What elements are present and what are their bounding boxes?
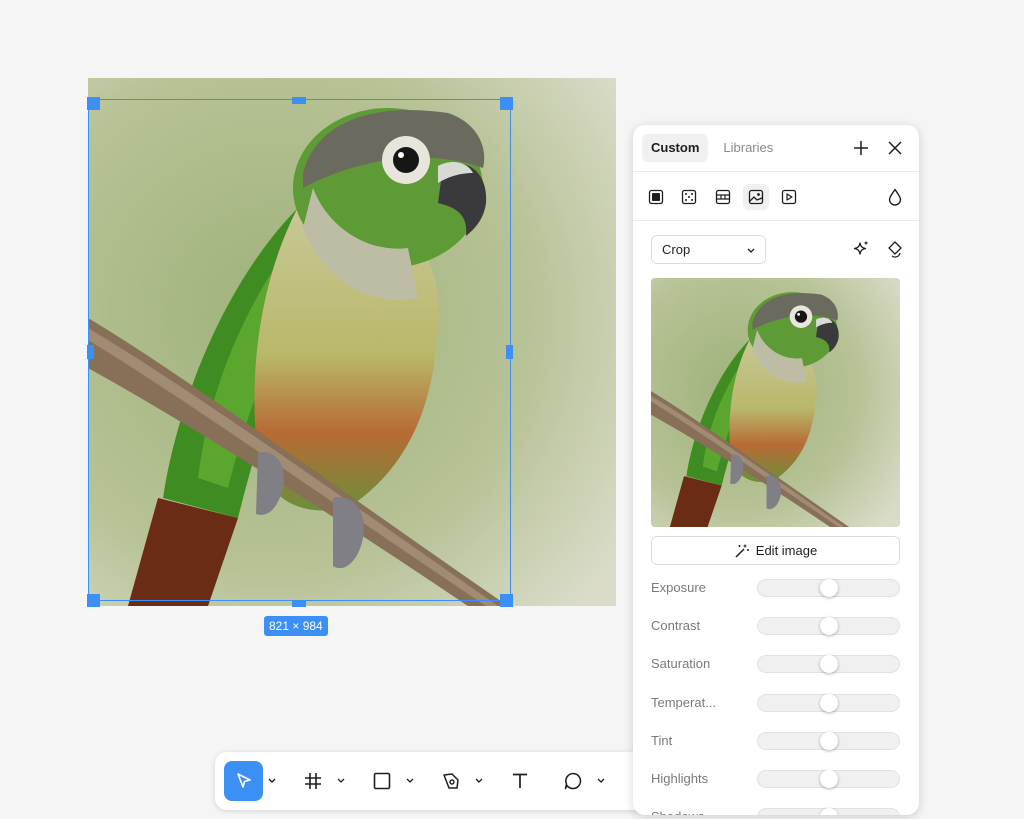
adjustment-label: Saturation (651, 656, 711, 672)
adjustment-row: Temperat... (651, 692, 900, 714)
rectangle-icon (373, 772, 390, 790)
edit-image-button[interactable]: Edit image (651, 536, 900, 565)
pen-nib-icon (442, 773, 459, 789)
adjustment-slider-knob[interactable] (819, 655, 838, 674)
rectangle-tool-menu-caret[interactable] (401, 761, 419, 801)
close-button[interactable] (885, 138, 905, 158)
comment-bubble-icon (564, 772, 581, 790)
pen-tool-button[interactable] (431, 761, 470, 801)
rectangle-tool-button[interactable] (362, 761, 401, 801)
image-thumbnail[interactable] (651, 278, 900, 527)
move-tool-menu-caret[interactable] (263, 761, 281, 801)
adjustment-slider[interactable] (757, 579, 900, 597)
pen-tool-menu-caret[interactable] (470, 761, 488, 801)
adjustment-slider-knob[interactable] (819, 770, 838, 788)
adjustment-slider[interactable] (757, 655, 900, 674)
resize-handle-top-right[interactable] (500, 97, 513, 110)
cursor-arrow-icon (236, 773, 251, 788)
gradient-fill-icon (715, 189, 731, 205)
parrot-thumbnail-image (651, 278, 900, 527)
rotate-image-button[interactable] (885, 239, 905, 259)
frame-hash-icon (304, 773, 321, 789)
adjustment-row: Highlights (651, 768, 900, 790)
fill-type-image[interactable] (743, 184, 769, 210)
fill-type-gradient[interactable] (710, 184, 736, 210)
resize-handle-top-left[interactable] (87, 97, 100, 110)
chevron-down-icon (597, 778, 605, 783)
adjustment-slider[interactable] (757, 808, 900, 815)
opacity-button[interactable] (882, 184, 908, 210)
adjustment-label: Shadows (651, 809, 746, 815)
canvas-image[interactable] (88, 78, 616, 606)
adjustment-slider-knob[interactable] (819, 731, 838, 750)
dimensions-badge: 821 × 984 (264, 616, 328, 636)
adjustment-label: Highlights (651, 771, 709, 786)
magic-wand-icon (735, 544, 749, 558)
magic-sparkle-icon (853, 241, 868, 255)
adjustment-slider-knob[interactable] (819, 617, 838, 636)
text-tool-button[interactable] (500, 761, 539, 801)
chevron-down-icon (475, 778, 483, 783)
adjustment-slider[interactable] (757, 770, 900, 788)
tab-custom[interactable]: Custom (642, 134, 709, 162)
fill-type-video[interactable] (776, 184, 802, 210)
adjustment-slider[interactable] (757, 693, 900, 712)
fill-type-pattern[interactable] (676, 184, 702, 210)
adjustment-row: Contrast (651, 615, 900, 637)
adjustment-label: Temperat... (651, 694, 717, 710)
adjustment-slider-knob[interactable] (819, 693, 838, 712)
chevron-down-icon (747, 236, 755, 263)
chevron-down-icon (268, 778, 276, 783)
image-mode-select[interactable]: Crop (651, 235, 766, 264)
chevron-down-icon (406, 778, 414, 783)
frame-tool-button[interactable] (293, 761, 332, 801)
adjustment-slider[interactable] (757, 731, 900, 750)
image-fill-icon (748, 189, 764, 205)
tab-libraries[interactable]: Libraries (714, 134, 782, 162)
adjustment-slider-knob[interactable] (819, 808, 838, 815)
video-fill-icon (781, 189, 797, 205)
adjustment-row: Tint (651, 730, 900, 752)
image-mode-value: Crop (662, 242, 691, 257)
comment-tool-menu-caret[interactable] (592, 761, 610, 801)
rotate-icon (888, 241, 902, 258)
fill-image-panel: Custom Libraries Crop Edit image Exposur… (633, 125, 919, 815)
chevron-down-icon (337, 778, 345, 783)
resize-handle-bottom-left[interactable] (87, 594, 100, 607)
pattern-fill-icon (681, 189, 697, 205)
frame-tool-menu-caret[interactable] (332, 761, 350, 801)
panel-header: Custom Libraries (633, 125, 919, 172)
adjustment-slider-knob[interactable] (819, 579, 838, 597)
edit-image-label: Edit image (755, 543, 818, 558)
resize-handle-bottom[interactable] (292, 600, 306, 607)
resize-handle-right[interactable] (506, 345, 513, 359)
comment-tool-button[interactable] (553, 761, 592, 801)
adjustment-row: Shadows (651, 806, 900, 815)
plus-icon (854, 141, 868, 155)
fill-type-row (633, 172, 919, 221)
adjustment-label: Tint (651, 732, 673, 748)
fill-type-solid[interactable] (643, 184, 669, 210)
adjustment-row: Exposure (651, 577, 900, 599)
move-tool-button[interactable] (224, 761, 263, 801)
text-t-icon (512, 773, 527, 788)
resize-handle-top[interactable] (292, 97, 306, 104)
resize-handle-left[interactable] (87, 345, 94, 359)
adjustment-label: Exposure (651, 580, 706, 595)
close-icon (888, 141, 902, 155)
add-button[interactable] (851, 138, 871, 158)
droplet-icon (888, 188, 902, 206)
adjustment-label: Contrast (651, 618, 701, 634)
solid-fill-icon (648, 189, 664, 205)
adjustment-slider[interactable] (757, 617, 900, 636)
resize-handle-bottom-right[interactable] (500, 594, 513, 607)
ai-enhance-button[interactable] (851, 239, 871, 259)
parrot-image (88, 78, 616, 606)
adjustment-row: Saturation (651, 653, 900, 675)
bottom-toolbar (215, 752, 655, 810)
